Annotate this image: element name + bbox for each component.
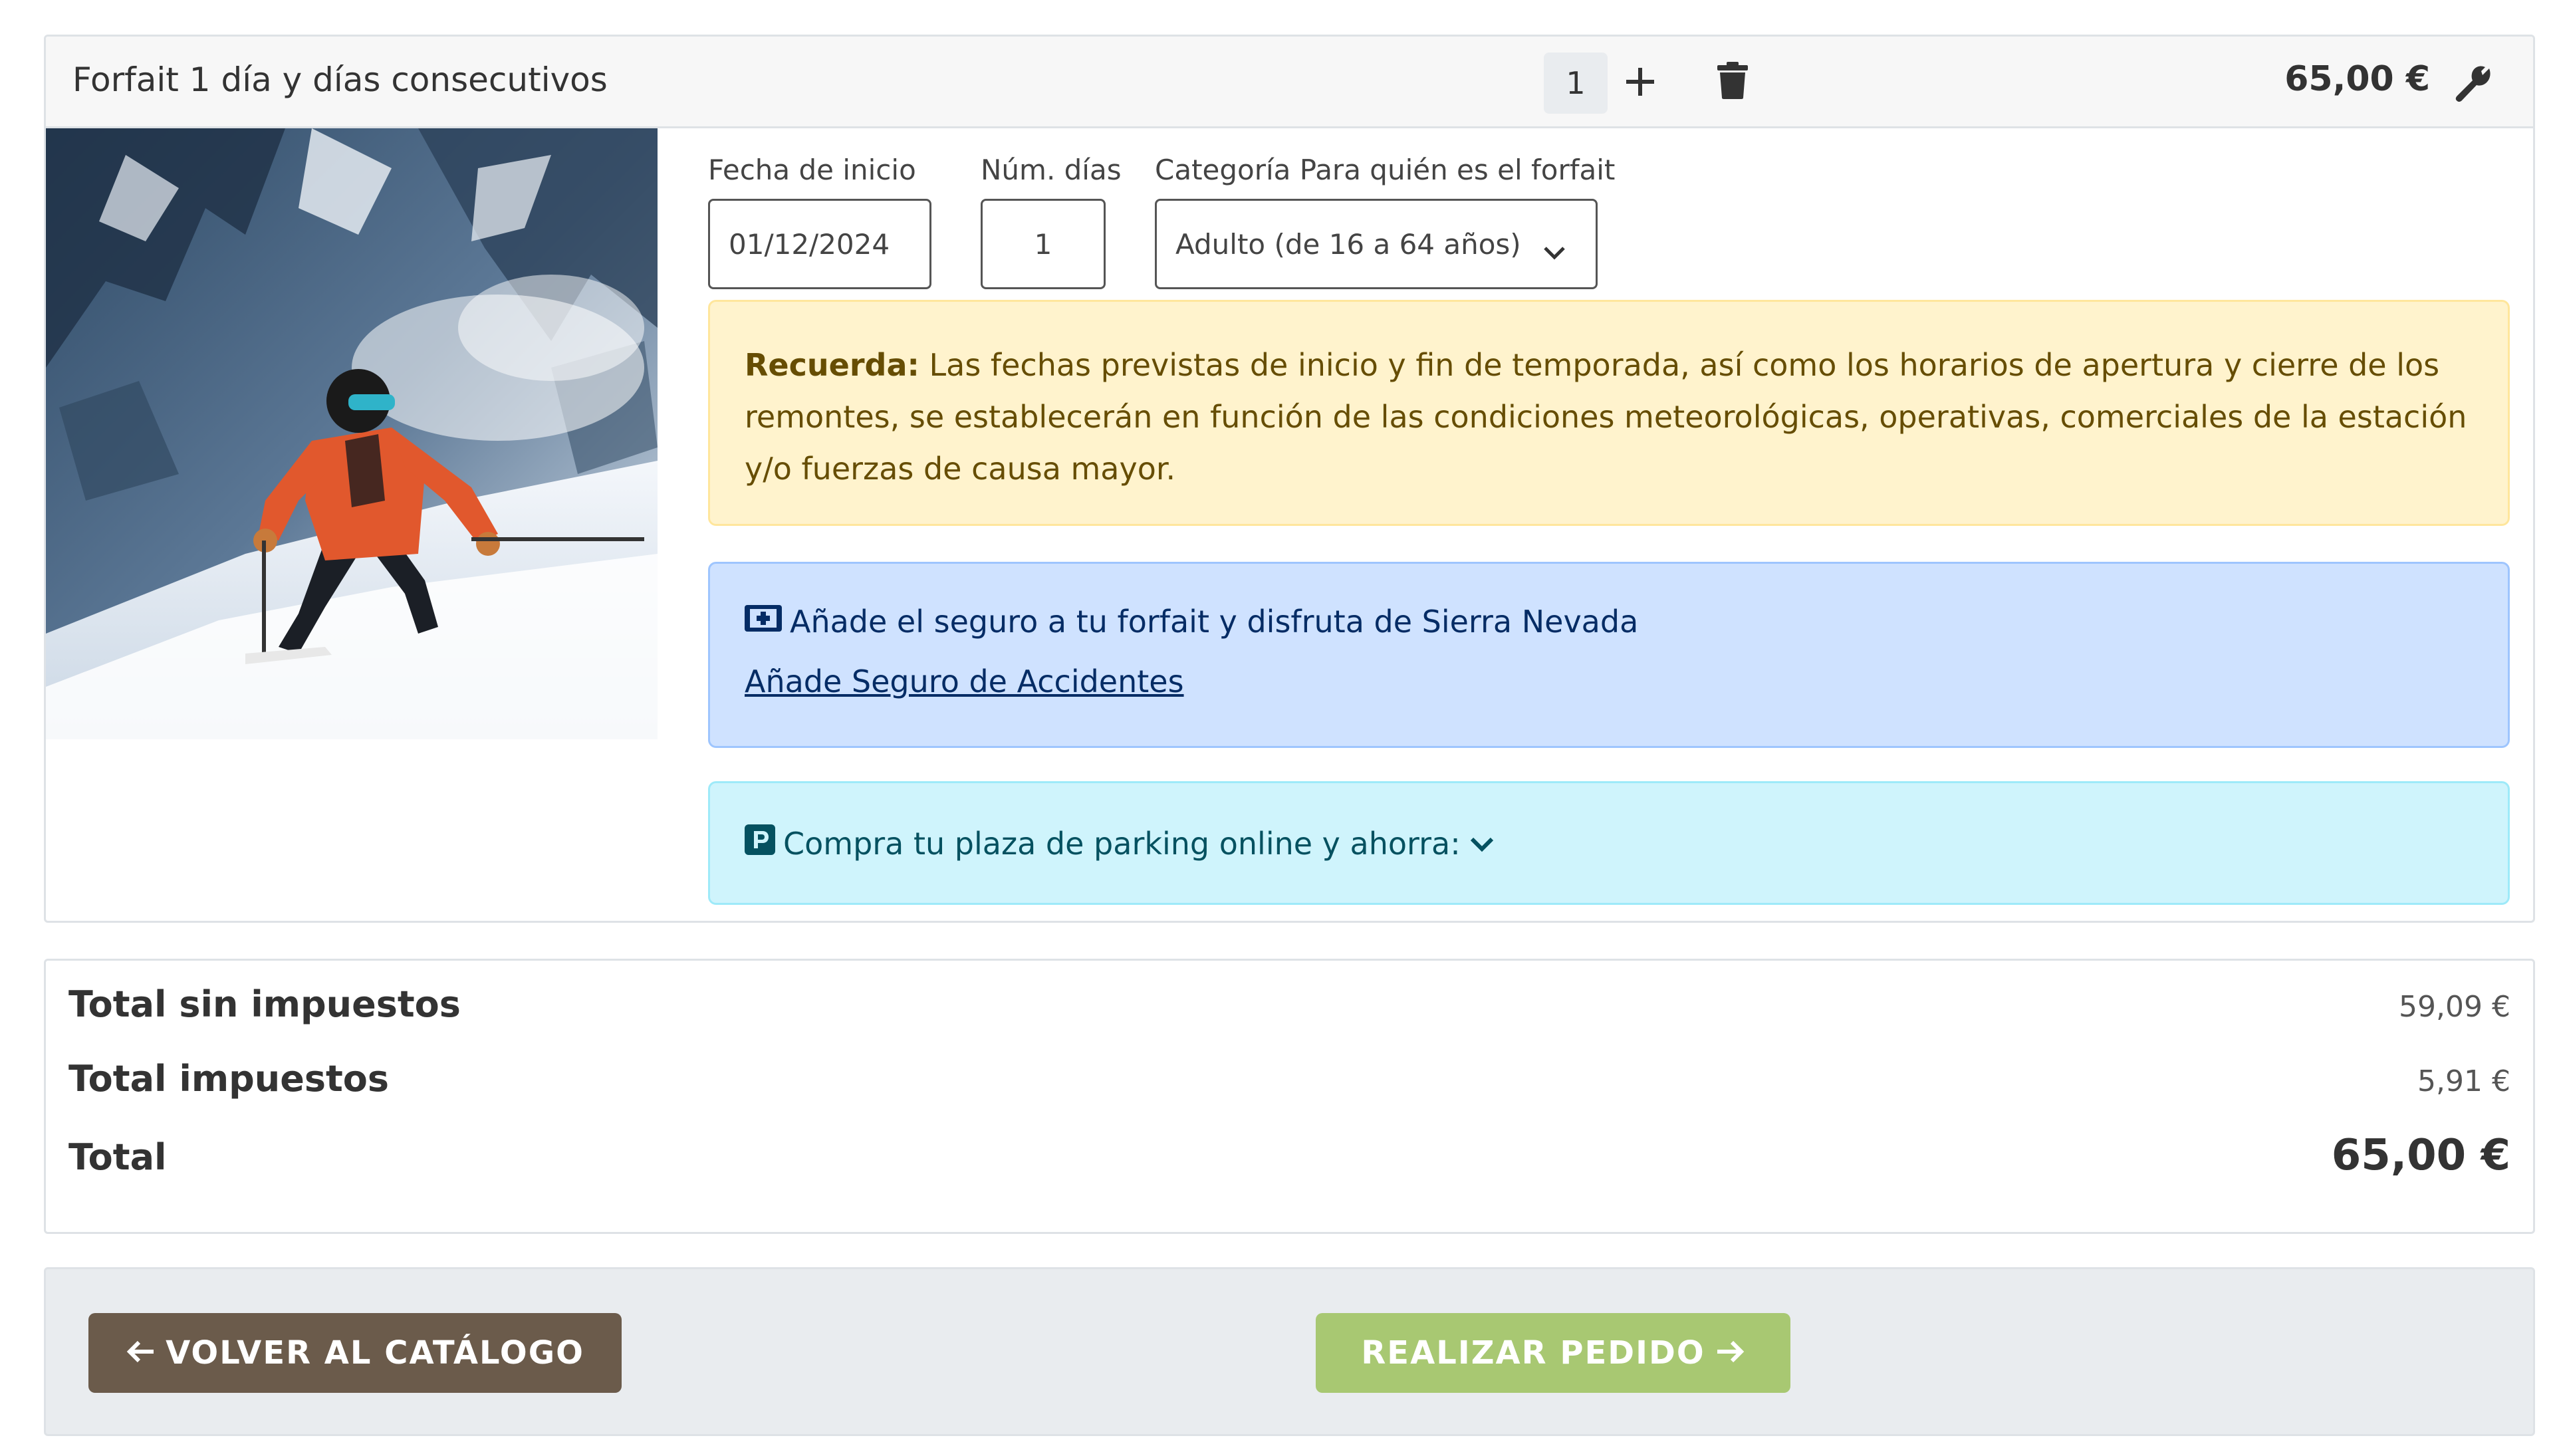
total-label: Total bbox=[68, 1136, 167, 1178]
insurance-alert: Añade el seguro a tu forfait y disfruta … bbox=[708, 562, 2510, 748]
tax-label: Total impuestos bbox=[68, 1058, 390, 1100]
back-button-label: VOLVER AL CATÁLOGO bbox=[166, 1334, 584, 1372]
wrench-icon[interactable] bbox=[2447, 57, 2500, 110]
medical-kit-icon bbox=[745, 602, 782, 640]
reminder-text: Las fechas previstas de inicio y fin de … bbox=[745, 347, 2467, 487]
arrow-left-icon bbox=[126, 1334, 155, 1372]
reminder-title: Recuerda: bbox=[745, 347, 919, 383]
add-insurance-link[interactable]: Añade Seguro de Accidentes bbox=[745, 664, 1184, 699]
product-card-header: Forfait 1 día y días consecutivos 1 65,0… bbox=[46, 37, 2533, 128]
parking-alert[interactable]: Compra tu plaza de parking online y ahor… bbox=[708, 781, 2510, 905]
subtotal-label: Total sin impuestos bbox=[68, 983, 461, 1025]
insurance-text: Añade el seguro a tu forfait y disfruta … bbox=[790, 603, 1639, 640]
product-image bbox=[46, 128, 658, 739]
parking-text: Compra tu plaza de parking online y ahor… bbox=[783, 825, 1461, 862]
order-button-label: REALIZAR PEDIDO bbox=[1361, 1334, 1705, 1372]
product-price: 65,00 € bbox=[2284, 59, 2430, 99]
order-totals: Total sin impuestos 59,09 € Total impues… bbox=[44, 959, 2535, 1234]
num-days-label: Núm. días bbox=[981, 154, 1122, 186]
plus-icon[interactable] bbox=[1614, 55, 1667, 108]
tax-value: 5,91 € bbox=[2417, 1064, 2510, 1098]
parking-icon bbox=[745, 824, 775, 862]
arrow-right-icon bbox=[1716, 1334, 1745, 1372]
subtotal-value: 59,09 € bbox=[2399, 990, 2510, 1024]
back-to-catalog-button[interactable]: VOLVER AL CATÁLOGO bbox=[88, 1313, 622, 1393]
season-reminder-alert: Recuerda: Las fechas previstas de inicio… bbox=[708, 300, 2510, 526]
chevron-down-icon bbox=[1542, 235, 1566, 268]
product-title: Forfait 1 día y días consecutivos bbox=[72, 61, 608, 99]
chevron-down-icon[interactable] bbox=[1469, 826, 1495, 862]
category-select[interactable]: Adulto (de 16 a 64 años) bbox=[1155, 199, 1598, 289]
category-selected-value: Adulto (de 16 a 64 años) bbox=[1175, 227, 1521, 261]
total-value: 65,00 € bbox=[2331, 1131, 2510, 1180]
quantity-value[interactable]: 1 bbox=[1544, 53, 1608, 114]
start-date-label: Fecha de inicio bbox=[708, 154, 916, 186]
num-days-input[interactable] bbox=[981, 199, 1106, 289]
checkout-actions: VOLVER AL CATÁLOGO REALIZAR PEDIDO bbox=[44, 1267, 2535, 1436]
product-card: Forfait 1 día y días consecutivos 1 65,0… bbox=[44, 35, 2535, 923]
trash-icon[interactable] bbox=[1706, 54, 1759, 107]
start-date-input[interactable] bbox=[708, 199, 931, 289]
category-label: Categoría Para quién es el forfait bbox=[1155, 154, 1616, 186]
place-order-button[interactable]: REALIZAR PEDIDO bbox=[1316, 1313, 1790, 1393]
cart-page: Forfait 1 día y días consecutivos 1 65,0… bbox=[0, 0, 2553, 1456]
